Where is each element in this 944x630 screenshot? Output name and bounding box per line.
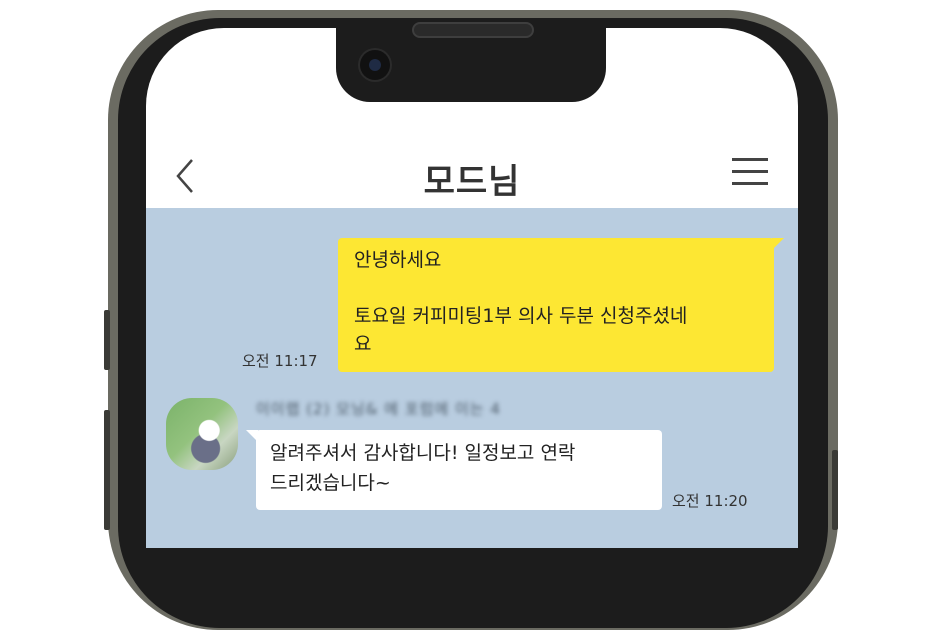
message-line: 드리겠습니다~	[270, 472, 391, 494]
outgoing-message-bubble[interactable]: 안녕하세요 토요일 커피미팅1부 의사 두분 신청주셨네 요	[338, 238, 784, 372]
volume-up-button	[104, 310, 110, 370]
message-line: 토요일 커피미팅1부 의사 두분 신청주셨네	[354, 305, 688, 327]
message-line: 안녕하세요	[354, 249, 442, 271]
message-line: 요	[354, 333, 372, 355]
chat-header: 모드님	[146, 146, 798, 208]
speaker-grille	[412, 22, 534, 38]
incoming-message-bubble[interactable]: 알려주셔서 감사합니다! 일정보고 연락 드리겠습니다~	[246, 430, 662, 510]
message-line: 알려주셔서 감사합니다! 일정보고 연락	[270, 442, 576, 464]
power-button	[832, 450, 838, 530]
message-line	[354, 274, 758, 302]
sender-name: 이이랩 (2) 모닝& 에 포럼에 이는 4	[256, 400, 501, 418]
chat-title: 모드님	[423, 162, 521, 202]
sender-avatar[interactable]	[166, 398, 238, 470]
bubble-tail	[246, 430, 258, 442]
volume-down-button	[104, 410, 110, 530]
message-time: 오전 11:20	[672, 492, 748, 510]
phone-screen: 모드님 오전 11:17 안녕하세요 토요일 커피미팅1부 의사 두분 신청주셨…	[146, 28, 798, 548]
front-camera-icon	[360, 50, 390, 80]
bubble-tail	[772, 238, 784, 250]
chat-area[interactable]: 오전 11:17 안녕하세요 토요일 커피미팅1부 의사 두분 신청주셨네 요 …	[146, 208, 798, 548]
message-time: 오전 11:17	[242, 352, 318, 370]
hamburger-menu-icon[interactable]	[732, 156, 768, 192]
